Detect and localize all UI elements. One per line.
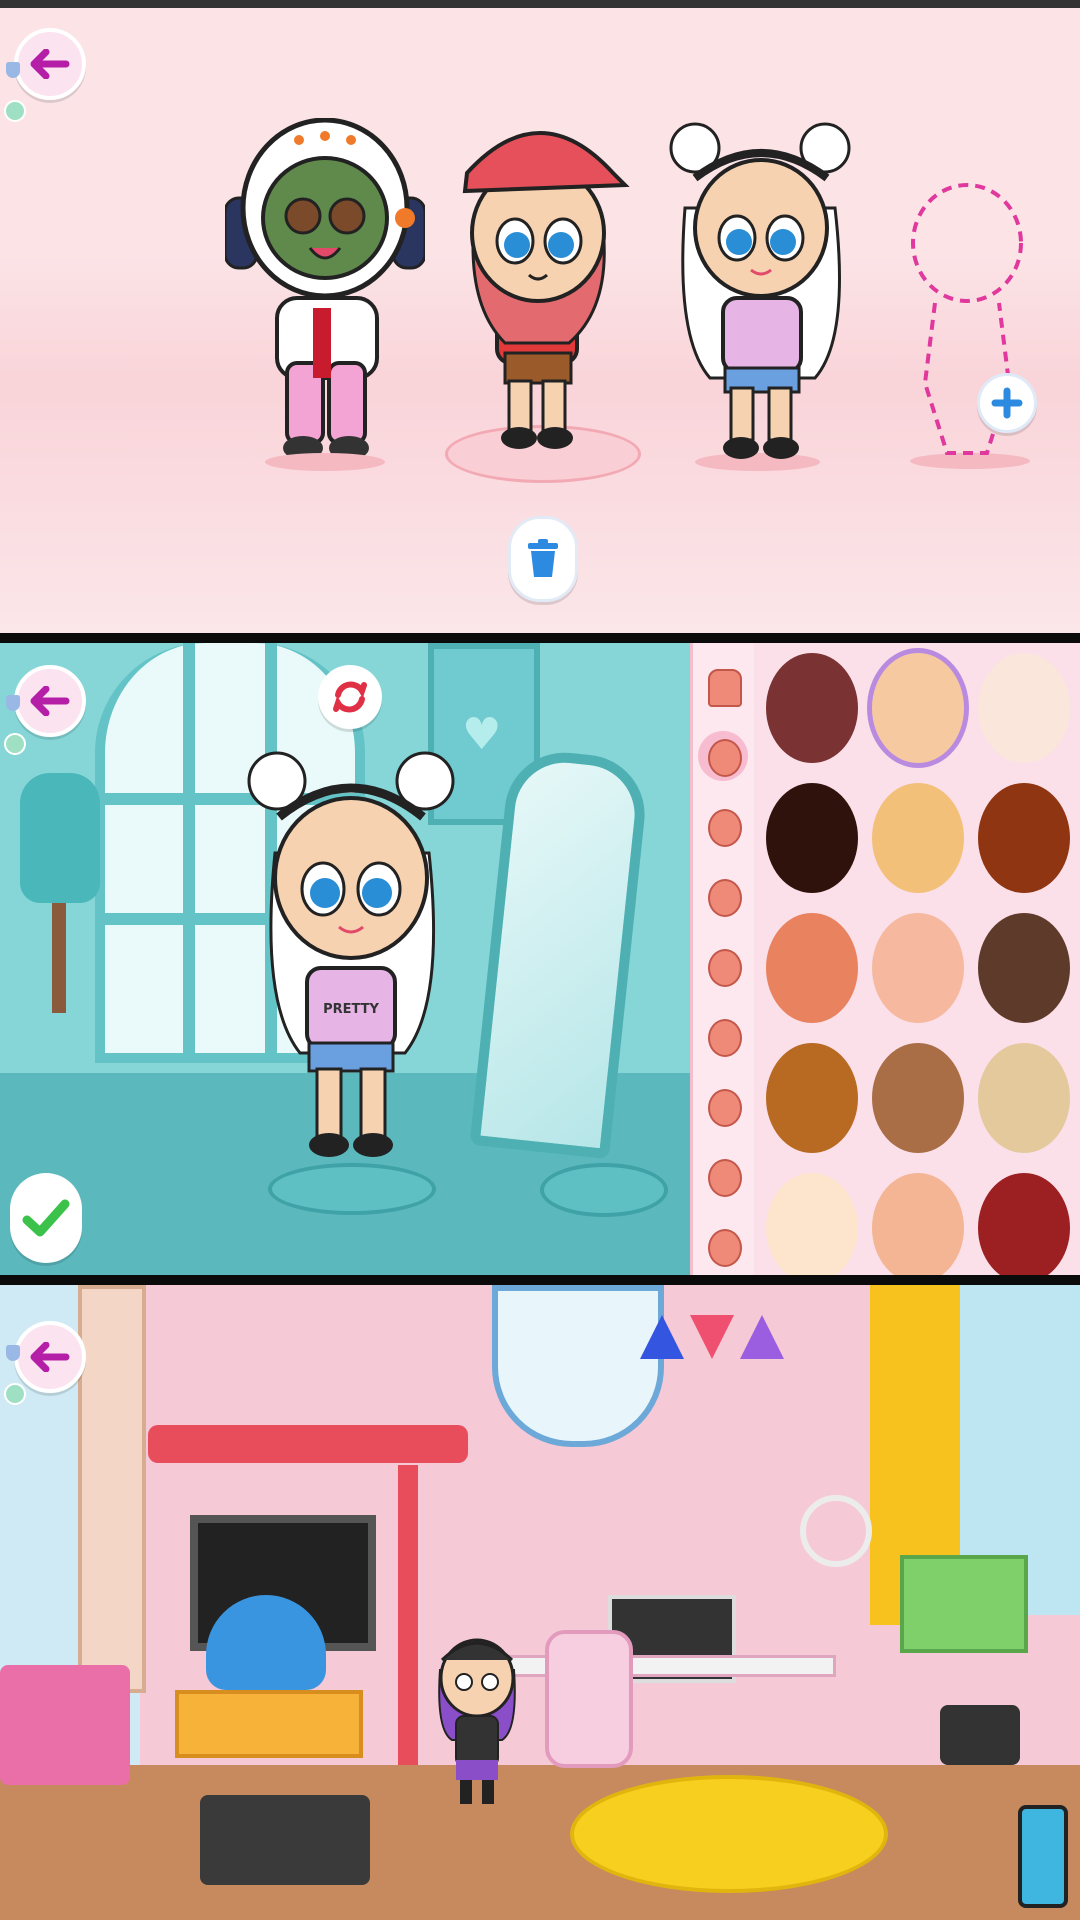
screen-divider (0, 633, 1080, 643)
arrow-left-icon (30, 686, 70, 716)
skin-tone-swatch[interactable] (766, 913, 858, 1023)
outfit-icon (708, 1229, 742, 1267)
bedroom-scene-screen (0, 1285, 1080, 1920)
status-bar (0, 0, 1080, 8)
camera (940, 1705, 1020, 1765)
ring-light (800, 1495, 872, 1567)
skin-tone-swatch[interactable] (978, 783, 1070, 893)
randomize-button[interactable] (318, 665, 382, 729)
category-tab-head[interactable] (698, 731, 748, 781)
profile-mini-icon (4, 733, 26, 755)
smiley-rug (570, 1775, 888, 1893)
tv-stand (175, 1690, 363, 1758)
skin-tone-swatch[interactable] (872, 1043, 964, 1153)
white-hair-girl-character (669, 122, 851, 459)
category-tab-eyebrows[interactable] (698, 871, 748, 921)
wooden-floor (0, 1765, 1080, 1920)
skin-tone-swatch[interactable] (766, 783, 858, 893)
delete-button[interactable] (508, 516, 578, 602)
mannequin-stand (52, 903, 66, 1013)
skin-tone-swatch[interactable] (978, 1173, 1070, 1275)
character-slot-empty[interactable] (905, 183, 1037, 478)
character-slot-astronaut[interactable] (225, 118, 425, 478)
character-select-screen (0, 8, 1080, 633)
plush-hammock (492, 1285, 664, 1447)
eyebrows-icon (708, 879, 742, 917)
skin-tone-swatch[interactable] (978, 653, 1070, 763)
category-tab-body[interactable] (698, 661, 748, 711)
add-character-button[interactable] (977, 373, 1037, 433)
stool (540, 1163, 668, 1217)
refresh-icon (333, 681, 367, 713)
category-tab-eyes[interactable] (698, 801, 748, 851)
hair-icon (708, 1089, 742, 1127)
character-editor-screen: ♥ PRETTY (0, 643, 1080, 1275)
eyes-icon (708, 809, 742, 847)
mouth-icon (708, 1019, 742, 1057)
dance-mat (200, 1795, 370, 1885)
body-icon (708, 669, 742, 707)
profile-mini-icon (4, 100, 26, 122)
gaming-chair (545, 1630, 633, 1768)
skin-tone-swatch[interactable] (766, 1043, 858, 1153)
skin-tone-swatch[interactable] (872, 783, 964, 893)
shield-icon (6, 62, 20, 78)
profile-mini-icon (4, 1383, 26, 1405)
neon-triangles (640, 1315, 790, 1365)
dress-mannequin (20, 773, 100, 903)
loft-bed (148, 1425, 468, 1463)
wall-shelf (78, 1285, 146, 1693)
checkmark-icon (22, 1199, 70, 1237)
confirm-button[interactable] (10, 1173, 82, 1263)
skin-tone-swatch[interactable] (872, 913, 964, 1023)
back-button[interactable] (14, 28, 86, 100)
phone (1018, 1805, 1068, 1908)
hat-icon (708, 1159, 742, 1197)
nose-icon (708, 949, 742, 987)
shirt-text: PRETTY (323, 1002, 379, 1017)
skin-tone-swatch[interactable] (766, 1173, 858, 1275)
dino-terrarium (900, 1555, 1028, 1653)
character-slot-white-hair[interactable] (665, 118, 865, 478)
back-button[interactable] (14, 665, 86, 737)
category-tab-mouth[interactable] (698, 1011, 748, 1061)
character-shadow (265, 453, 385, 471)
character-slot-red-cap[interactable] (445, 103, 645, 488)
back-button[interactable] (14, 1321, 86, 1393)
shield-icon (6, 695, 20, 711)
category-tab-hat[interactable] (698, 1151, 748, 1201)
plus-icon (991, 387, 1023, 419)
category-tab-outfit[interactable] (698, 1221, 748, 1271)
edited-character: PRETTY (247, 751, 455, 1157)
arrow-left-icon (30, 1342, 70, 1372)
category-tab-hair[interactable] (698, 1081, 748, 1131)
astronaut-character (225, 118, 425, 460)
pink-sofa (0, 1665, 130, 1785)
skin-tone-swatch[interactable] (872, 1173, 964, 1275)
ladder (398, 1465, 418, 1765)
skin-tone-swatch[interactable] (766, 653, 858, 763)
trash-icon (528, 539, 558, 577)
skin-tone-swatch[interactable] (872, 653, 964, 763)
skin-tone-swatch[interactable] (978, 913, 1070, 1023)
screen-divider (0, 1275, 1080, 1285)
skin-tone-swatch[interactable] (978, 1043, 1070, 1153)
shield-icon (6, 1345, 20, 1361)
purple-hair-girl-character (438, 1638, 516, 1804)
red-cap-girl-character (462, 131, 630, 449)
head-icon (708, 739, 742, 777)
arrow-left-icon (30, 49, 70, 79)
category-tab-nose[interactable] (698, 941, 748, 991)
